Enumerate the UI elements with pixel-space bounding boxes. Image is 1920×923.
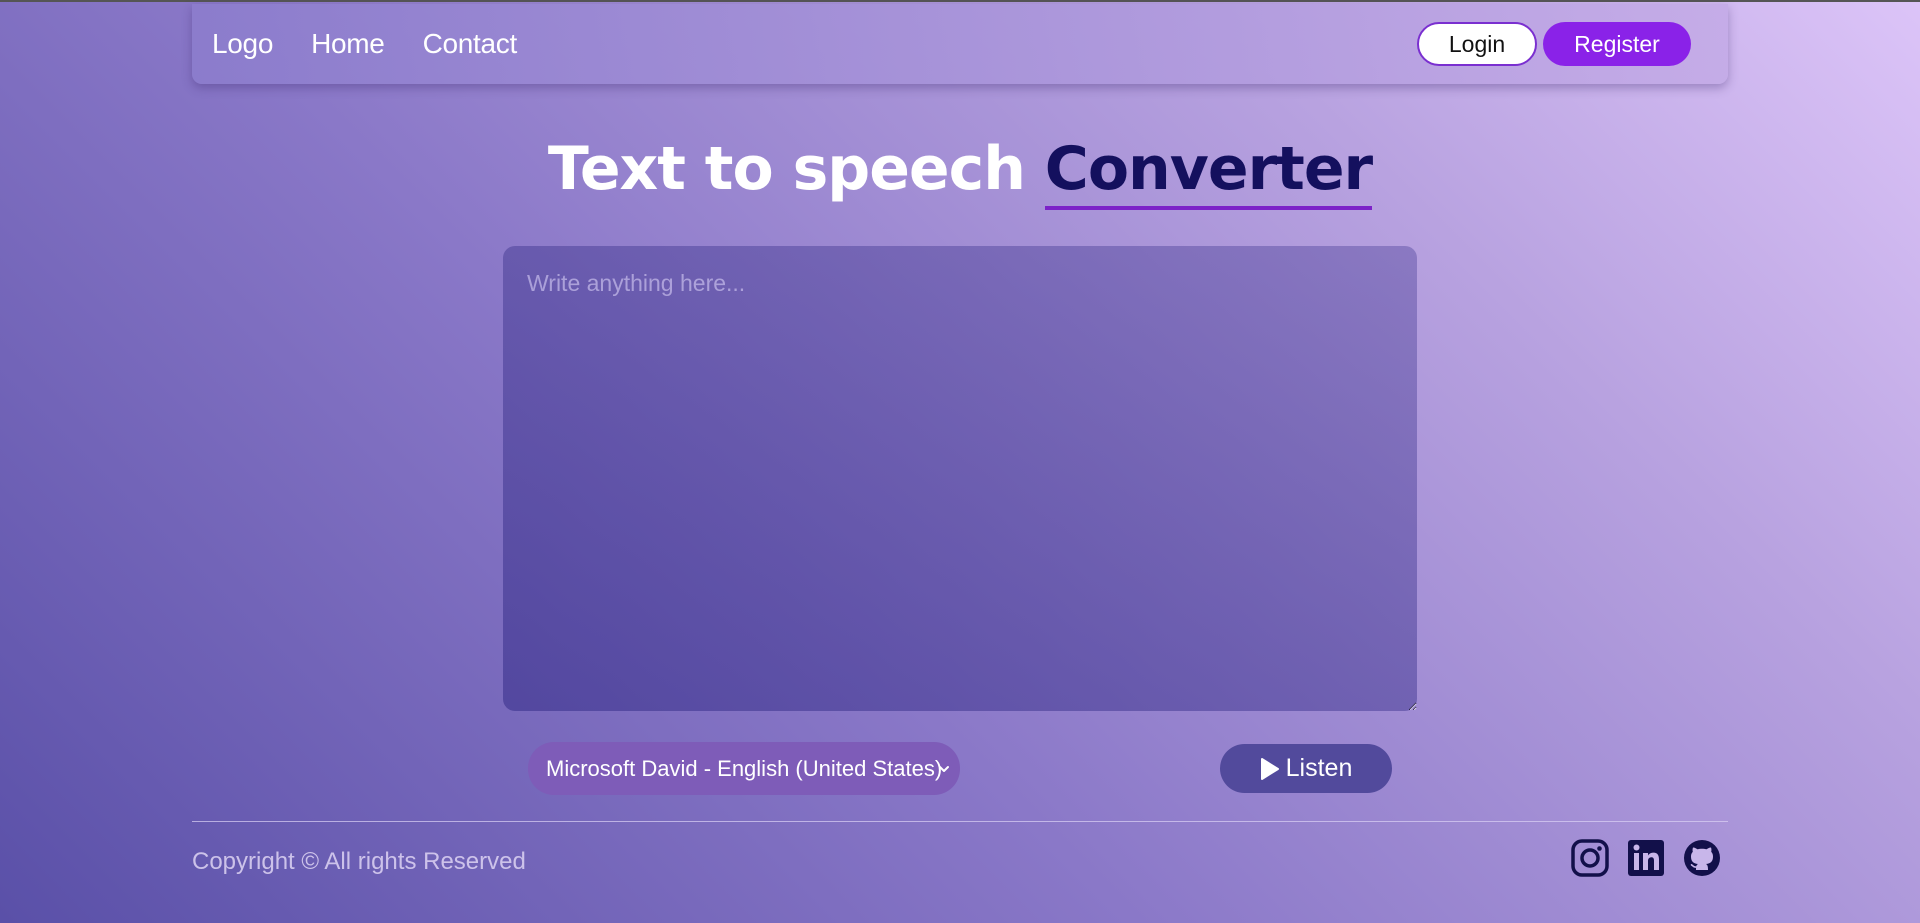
page-title: Text to speech Converter	[0, 134, 1920, 210]
register-button[interactable]: Register	[1543, 22, 1691, 66]
page-title-accent: Converter	[1044, 134, 1373, 210]
page-title-main: Text to speech	[547, 134, 1026, 204]
nav-actions: Login Register	[1417, 22, 1691, 66]
listen-button[interactable]: Listen	[1220, 744, 1392, 793]
navbar: Logo Home Contact Login Register	[192, 4, 1728, 84]
github-icon[interactable]	[1682, 838, 1722, 878]
text-input-area[interactable]	[503, 246, 1417, 711]
copyright-text: Copyright © All rights Reserved	[192, 848, 526, 875]
login-button[interactable]: Login	[1417, 22, 1537, 66]
nav-contact-link[interactable]: Contact	[423, 28, 518, 60]
instagram-icon[interactable]	[1570, 838, 1610, 878]
nav-home-link[interactable]: Home	[311, 28, 385, 60]
footer-divider	[192, 821, 1728, 822]
play-icon	[1260, 757, 1279, 780]
social-links	[1570, 838, 1722, 878]
voice-select-value: Microsoft David - English (United States…	[546, 755, 943, 781]
nav-logo-link[interactable]: Logo	[212, 28, 273, 60]
listen-button-label: Listen	[1285, 754, 1353, 782]
linkedin-icon[interactable]	[1626, 838, 1666, 878]
chevron-down-icon	[939, 765, 949, 772]
nav-links: Logo Home Contact	[212, 28, 517, 60]
voice-select[interactable]: Microsoft David - English (United States…	[528, 742, 960, 795]
